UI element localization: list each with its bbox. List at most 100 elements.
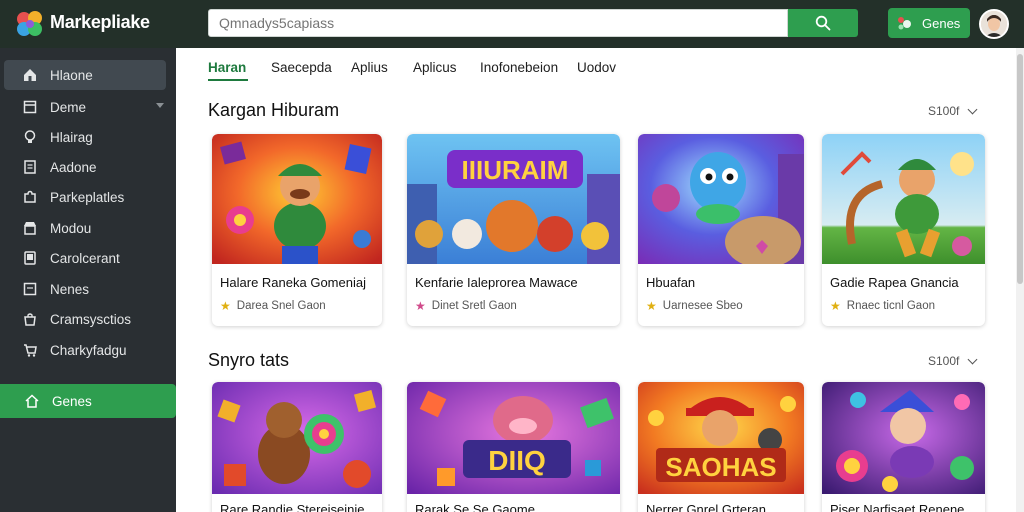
game-title: Piser Narfisaet Renene	[830, 502, 965, 512]
game-title: Rare Randie Stereiseinie	[220, 502, 365, 512]
top-bar: Markepliake Genes	[0, 0, 1024, 48]
sidebar-item-cramsysctios[interactable]: Cramsysctios	[4, 304, 166, 334]
sidebar-item-label: Aadone	[50, 159, 97, 175]
game-art-icon: DIIQ	[407, 382, 620, 494]
game-thumbnail: IIIURAIM	[407, 134, 620, 264]
game-title: Hbuafan	[646, 275, 696, 290]
chevron-down-icon	[967, 104, 978, 114]
section-title: Kargan Hiburam	[208, 100, 340, 120]
game-art-icon	[822, 382, 985, 494]
search-icon	[815, 15, 831, 31]
home-outline-icon	[25, 394, 39, 408]
game-publisher: Rnaec ticnl Gaon	[846, 300, 935, 312]
game-thumbnail	[212, 382, 382, 494]
game-art-icon: SAOHAS	[638, 382, 804, 494]
sidebar: Hlaone Deme Hlairag Aadone Parkeplatles …	[0, 48, 176, 512]
gamepad-icon	[898, 17, 911, 30]
puzzle-icon	[24, 190, 36, 203]
sidebar-item-home[interactable]: Hlaone	[4, 60, 166, 90]
game-thumbnail	[822, 382, 985, 494]
marketplace-logo-icon[interactable]	[14, 8, 46, 40]
sidebar-item-label: Hlairag	[50, 129, 93, 145]
brand-name[interactable]: Markepliake	[50, 12, 150, 33]
sidebar-item-label: Hlaone	[50, 67, 93, 83]
section-see-all-label: S100f	[928, 354, 960, 368]
sidebar-item-nenes[interactable]: Nenes	[4, 274, 166, 304]
search-button[interactable]	[788, 9, 858, 37]
section-title: Snyro tats	[208, 350, 290, 370]
game-card[interactable]: Hbuafan ★ Uarnesee Sbeo	[638, 134, 804, 326]
banner-text: DIIQ	[488, 445, 546, 476]
games-button-label: Genes	[922, 15, 961, 31]
cart-icon	[24, 344, 37, 357]
game-icon	[23, 100, 37, 114]
sidebar-item-games[interactable]: Genes	[0, 384, 176, 418]
sidebar-item-label: Genes	[52, 393, 92, 409]
sidebar-item-aadone[interactable]: Aadone	[4, 152, 166, 182]
sidebar-item-label: Cramsysctios	[50, 311, 132, 327]
tab-aplius[interactable]: Aplius	[351, 60, 388, 75]
home-icon	[24, 69, 36, 81]
section-see-all[interactable]: S100f	[928, 354, 978, 368]
game-publisher: Uarnesee Sbeo	[662, 300, 743, 312]
tab-saecepda[interactable]: Saecepda	[271, 60, 332, 75]
sidebar-item-charkyfadgu[interactable]: Charkyfadgu	[4, 335, 166, 365]
game-publisher: Dinet Sretl Gaon	[431, 300, 517, 312]
game-card[interactable]: Gadie Rapea Gnancia ★ Rnaec ticnl Gaon	[822, 134, 985, 326]
game-title: Halare Raneka Gomeniaj	[220, 275, 366, 290]
bulb-icon	[24, 130, 36, 143]
tab-inofonebeion[interactable]: Inofonebeion	[480, 60, 558, 75]
search-input[interactable]	[208, 9, 788, 37]
star-icon: ★	[220, 299, 231, 313]
active-tab-indicator	[208, 79, 248, 81]
game-art-icon	[212, 382, 382, 494]
games-button[interactable]: Genes	[888, 8, 970, 38]
chevron-down-icon[interactable]	[156, 103, 164, 108]
game-thumbnail	[638, 134, 804, 264]
user-avatar[interactable]	[979, 9, 1009, 39]
sidebar-item-modou[interactable]: Modou	[4, 213, 166, 243]
sidebar-item-label: Parkeplatles	[50, 189, 125, 205]
banner-text: SAOHAS	[665, 452, 776, 482]
game-art-icon	[212, 134, 382, 264]
note-icon	[23, 282, 37, 296]
star-icon: ★	[415, 299, 426, 313]
game-card[interactable]: SAOHAS Nerrer Gnrel Grteran	[638, 382, 804, 512]
tablet-icon	[24, 251, 36, 265]
sidebar-item-parkeplatles[interactable]: Parkeplatles	[4, 182, 166, 212]
game-card[interactable]: Halare Raneka Gomeniaj ★ Darea Snel Gaon	[212, 134, 382, 326]
game-card[interactable]: Rare Randie Stereiseinie	[212, 382, 382, 512]
sidebar-item-carolcerant[interactable]: Carolcerant	[4, 243, 166, 273]
section-see-all[interactable]: S100f	[928, 104, 978, 118]
sidebar-item-hlairag[interactable]: Hlairag	[4, 122, 166, 152]
game-subtitle: ★ Uarnesee Sbeo	[646, 299, 743, 313]
game-title: Rarak Se Se Gaome	[415, 502, 535, 512]
sidebar-item-label: Nenes	[50, 281, 90, 297]
store-icon	[24, 222, 36, 235]
game-subtitle: ★ Darea Snel Gaon	[220, 299, 326, 313]
game-subtitle: ★ Rnaec ticnl Gaon	[830, 299, 935, 313]
game-card[interactable]: Piser Narfisaet Renene	[822, 382, 985, 512]
game-card[interactable]: IIIURAIM Kenfarie Ialeprorea Mawace ★ Di…	[407, 134, 620, 326]
game-title: Nerrer Gnrel Grteran	[646, 502, 766, 512]
sidebar-item-deme[interactable]: Deme	[4, 92, 166, 122]
game-thumbnail	[212, 134, 382, 264]
scrollbar-thumb[interactable]	[1017, 54, 1023, 284]
tab-haran[interactable]: Haran	[208, 60, 246, 75]
chevron-down-icon	[967, 354, 978, 364]
sidebar-item-label: Carolcerant	[50, 250, 120, 266]
main-content: Haran Saecepda Aplius Aplicus Inofonebei…	[176, 48, 1016, 512]
tab-aplicus[interactable]: Aplicus	[413, 60, 457, 75]
bag-icon	[24, 313, 36, 326]
game-art-icon	[822, 134, 985, 264]
game-card[interactable]: DIIQ Rarak Se Se Gaome	[407, 382, 620, 512]
sidebar-item-label: Charkyfadgu	[50, 342, 127, 358]
game-art-icon: IIIURAIM	[407, 134, 620, 264]
tab-uodov[interactable]: Uodov	[577, 60, 616, 75]
game-title: Gadie Rapea Gnancia	[830, 275, 959, 290]
avatar-icon	[981, 11, 1007, 37]
star-icon: ★	[830, 299, 841, 313]
banner-text: IIIURAIM	[462, 155, 569, 185]
game-subtitle: ★ Dinet Sretl Gaon	[415, 299, 517, 313]
document-icon	[24, 160, 36, 174]
